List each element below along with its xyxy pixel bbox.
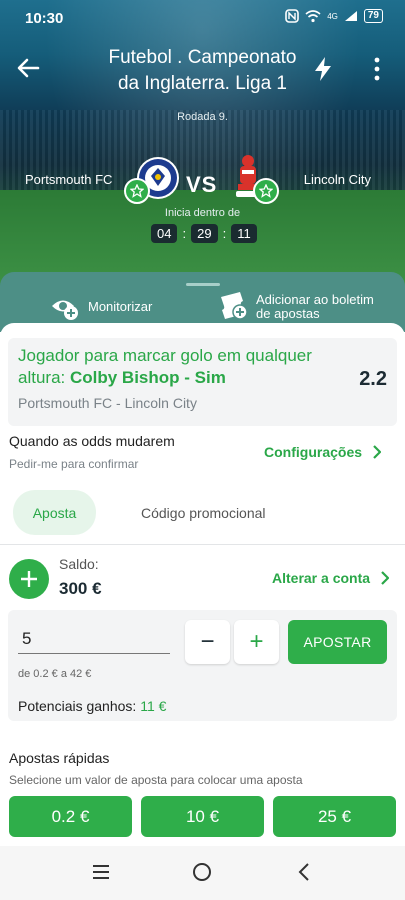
selection-match: Portsmouth FC - Lincoln City — [18, 395, 197, 411]
countdown-separator: : — [222, 226, 227, 241]
add-funds-button[interactable] — [9, 559, 49, 599]
quick-bet-button[interactable]: 25 € — [273, 796, 396, 837]
quick-bets-title: Apostas rápidas — [9, 750, 110, 766]
away-team-name: Lincoln City — [303, 172, 371, 187]
nfc-icon — [285, 9, 300, 23]
monitor-eye-icon[interactable] — [50, 292, 80, 322]
add-to-slip-line1: Adicionar ao boletim — [256, 292, 374, 307]
place-bet-button[interactable]: APOSTAR — [288, 620, 387, 664]
divider — [0, 544, 405, 545]
page-title: Futebol . Campeonato da Inglaterra. Liga… — [60, 45, 345, 97]
selection-odds: 2.2 — [359, 368, 387, 390]
tab-bet[interactable]: Aposta — [13, 490, 96, 535]
potential-winnings-label: Potenciais ganhos: — [18, 698, 141, 714]
starts-in-label: Inicia dentro de — [164, 207, 241, 219]
chevron-right-icon — [373, 445, 382, 459]
arrow-left-icon[interactable] — [14, 54, 42, 82]
star-icon — [130, 184, 144, 198]
monitor-button[interactable]: Monitorizar — [88, 299, 152, 314]
countdown-seconds: 11 — [231, 224, 257, 243]
page-title-line2: da Inglaterra. Liga 1 — [117, 73, 287, 94]
change-account-label: Alterar a conta — [272, 570, 371, 586]
selection-card: Jogador para marcar golo em qualquer alt… — [8, 338, 397, 426]
page-title-line1: Futebol . Campeonato — [108, 47, 297, 68]
balance-label: Saldo: — [59, 556, 99, 572]
add-to-bet-slip-button[interactable]: Adicionar ao boletim de apostas — [256, 293, 374, 321]
favorite-away-button[interactable] — [253, 178, 279, 204]
stake-input[interactable] — [18, 624, 170, 654]
system-navigation-bar — [0, 846, 405, 900]
status-icons: 4G 79 — [285, 9, 383, 23]
drawer-handle[interactable] — [186, 283, 220, 286]
network-type: 4G — [327, 11, 338, 21]
quick-bets-subtitle: Selecione um valor de aposta para coloca… — [9, 773, 303, 787]
change-account-link[interactable]: Alterar a conta — [272, 570, 390, 586]
plus-icon — [21, 571, 37, 587]
potential-winnings-value: 11 € — [140, 698, 167, 714]
selection-pick: Colby Bishop - Sim — [69, 368, 226, 387]
tab-promo-code[interactable]: Código promocional — [141, 505, 266, 521]
quick-bet-button[interactable]: 0.2 € — [9, 796, 132, 837]
favorite-home-button[interactable] — [124, 178, 150, 204]
battery-level: 79 — [363, 9, 383, 23]
settings-link[interactable]: Configurações — [264, 444, 382, 460]
odds-change-title: Quando as odds mudarem — [9, 433, 175, 449]
top-app-bar: Futebol . Campeonato da Inglaterra. Liga… — [0, 40, 405, 100]
recent-apps-icon[interactable] — [91, 862, 111, 882]
lightning-icon[interactable] — [312, 56, 334, 82]
versus-label: VS — [186, 172, 218, 197]
chevron-right-icon — [381, 571, 390, 585]
selection-description: Jogador para marcar golo em qualquer alt… — [18, 345, 338, 389]
quick-bet-button[interactable]: 10 € — [141, 796, 264, 837]
signal-icon — [344, 11, 357, 21]
status-bar: 10:30 4G 79 — [0, 0, 405, 36]
increase-stake-button[interactable]: + — [234, 620, 279, 664]
bet-sheet: Jogador para marcar golo em qualquer alt… — [0, 323, 405, 846]
status-time: 10:30 — [25, 10, 64, 27]
round-label: Rodada 9. — [177, 111, 228, 123]
star-icon — [259, 184, 273, 198]
potential-winnings: Potenciais ganhos: 11 € — [18, 698, 166, 714]
bet-slip-add-icon[interactable] — [218, 290, 250, 322]
countdown-minutes: 29 — [191, 224, 218, 243]
home-team-name: Portsmouth FC — [25, 172, 113, 187]
odds-change-subtitle: Pedir-me para confirmar — [9, 457, 139, 471]
home-icon[interactable] — [192, 862, 212, 882]
settings-link-label: Configurações — [264, 444, 363, 460]
countdown-separator: : — [182, 226, 187, 241]
stake-card: de 0.2 € a 42 € − + APOSTAR Potenciais g… — [8, 610, 397, 721]
more-vertical-icon[interactable] — [370, 56, 384, 82]
balance-value: 300 € — [59, 579, 102, 598]
back-icon[interactable] — [296, 862, 312, 882]
stake-limits: de 0.2 € a 42 € — [18, 668, 92, 680]
wifi-icon — [305, 9, 321, 22]
countdown-timer: 04 : 29 : 11 — [151, 224, 257, 243]
countdown-hours: 04 — [151, 224, 178, 243]
decrease-stake-button[interactable]: − — [185, 620, 230, 664]
add-to-slip-line2: de apostas — [256, 306, 320, 321]
